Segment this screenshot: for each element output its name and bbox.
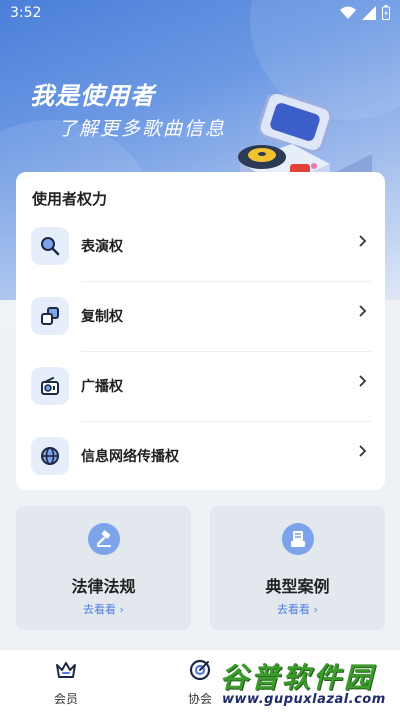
battery-icon [382,5,390,20]
search-icon [41,237,60,256]
target-icon [189,659,211,681]
copy-icon [41,307,59,325]
tile-title: 典型案例 [265,577,330,596]
card-title: 使用者权力 [32,190,108,208]
rights-item-network-dissemination[interactable]: 信息网络传播权 [16,421,385,491]
chevron-right-icon [359,445,367,457]
laws-regulations-tile[interactable]: 法律法规 去看看 › [16,506,191,630]
hero-subtitle: 了解更多歌曲信息 [58,118,227,140]
chevron-right-icon [359,305,367,317]
rights-item-label: 信息网络传播权 [81,449,179,465]
rights-item-reproduction[interactable]: 复制权 [16,281,385,351]
tile-link[interactable]: 去看看 › [16,601,191,617]
watermark-url: www.gupuxlazal.com [222,692,386,707]
status-bar: 3:52 [0,0,400,28]
gavel-icon [96,530,111,547]
site-watermark: 谷普软件园 www.gupuxlazal.com [214,654,396,708]
tab-member[interactable]: 会员 [26,650,106,712]
wifi-icon [340,6,356,19]
status-time: 3:52 [10,5,42,21]
globe-icon [41,447,59,465]
rights-item-label: 广播权 [81,379,123,395]
case-file-icon [291,531,305,547]
crown-icon [56,662,76,678]
chevron-right-icon [359,375,367,387]
hero-title: 我是使用者 [30,82,155,110]
signal-icon [362,5,376,20]
tab-label: 会员 [53,692,78,706]
rights-item-performance[interactable]: 表演权 [16,211,385,281]
radio-icon [41,377,59,395]
rights-item-broadcast[interactable]: 广播权 [16,351,385,421]
typical-cases-tile[interactable]: 典型案例 去看看 › [210,506,385,630]
tile-link[interactable]: 去看看 › [210,601,385,617]
watermark-brand: 谷普软件园 [220,661,376,694]
rights-item-label: 复制权 [81,309,123,325]
rights-item-label: 表演权 [81,239,123,255]
tile-title: 法律法规 [71,577,136,596]
user-rights-card: 使用者权力 表演权 复制权 广播权 信息网络传播权 [16,172,385,490]
chevron-right-icon [359,235,367,247]
